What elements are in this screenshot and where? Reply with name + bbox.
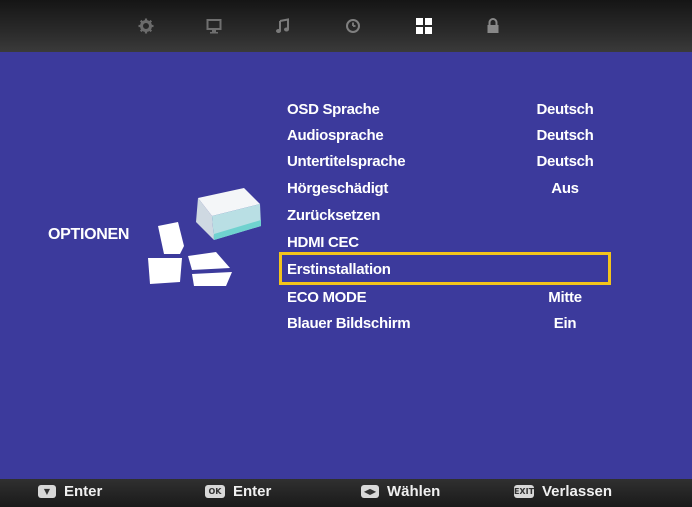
options-grid-icon [416,18,432,34]
option-value-audiosprache: Deutsch [536,127,594,144]
ok-key-icon: OK [205,485,225,498]
hint-exit: EXIT Verlassen [514,483,612,500]
hint-enter-ok: OK Enter [205,483,271,500]
option-hoergeschaedigt[interactable]: Hörgeschädigt [287,180,388,197]
option-value-hoergeschaedigt: Aus [551,180,579,197]
tab-setup[interactable] [133,14,159,38]
exit-key-icon: EXIT [513,485,535,498]
tab-timer[interactable] [340,14,366,38]
option-osd-sprache[interactable]: OSD Sprache [287,101,380,118]
option-hdmi-cec[interactable]: HDMI CEC [287,234,359,251]
help-bar: ▼ Enter OK Enter ◀▶ Wählen EXIT Verlasse… [0,479,692,507]
music-note-icon [276,18,289,33]
option-zuruecksetzen[interactable]: Zurücksetzen [287,207,380,224]
gear-icon [138,18,154,34]
option-value-osd-sprache: Deutsch [536,101,594,118]
options-blocks-graphic [148,188,261,286]
hint-select: ◀▶ Wählen [361,483,440,500]
hint-select-label: Wählen [387,483,441,500]
option-value-blauer-bildschirm: Ein [553,315,577,332]
lock-icon [487,18,499,33]
hint-enter-down: ▼ Enter [38,483,102,500]
left-right-key-icon: ◀▶ [361,485,379,498]
tab-options[interactable] [411,14,437,38]
option-value-eco-mode: Mitte [548,289,582,306]
selection-highlight [279,252,611,285]
tab-lock[interactable] [480,14,506,38]
option-blauer-bildschirm[interactable]: Blauer Bildschirm [287,315,411,332]
hint-enter-down-label: Enter [64,483,103,500]
clock-icon [346,19,360,33]
tab-picture[interactable] [201,14,227,38]
menu-title: OPTIONEN [48,226,130,243]
option-eco-mode[interactable]: ECO MODE [287,289,367,306]
menu-tab-bar [0,0,692,52]
down-key-icon: ▼ [38,485,56,498]
monitor-icon [206,19,222,34]
tv-screen: OPTIONEN OSD Sprache Deutsch Audiosprach… [0,0,692,507]
option-audiosprache[interactable]: Audiosprache [287,127,384,144]
option-untertitelsprache[interactable]: Untertitelsprache [287,153,406,170]
option-value-untertitelsprache: Deutsch [536,153,594,170]
hint-enter-ok-label: Enter [233,483,272,500]
hint-exit-label: Verlassen [542,483,613,500]
tab-sound[interactable] [270,14,296,38]
